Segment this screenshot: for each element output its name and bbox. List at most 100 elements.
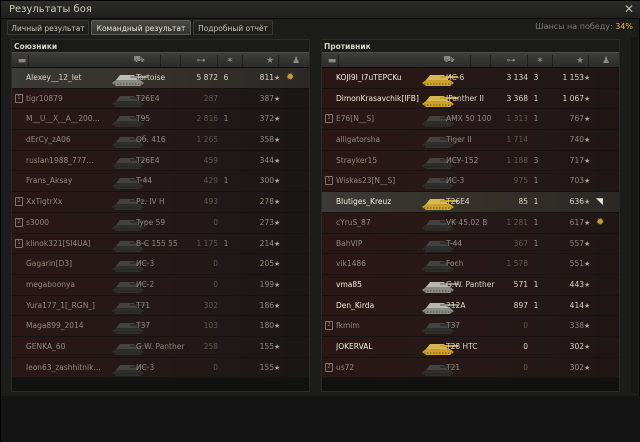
player-name[interactable]: tigr10879 — [26, 89, 118, 110]
player-name[interactable]: M__U__X__A__200... — [26, 109, 118, 130]
close-icon[interactable]: ✕ — [622, 2, 636, 16]
allies-player-row[interactable]: Maga899_2014 T37 103 180 ★ — [12, 316, 309, 337]
allies-player-row[interactable]: Gagarin[D3] ИС-3 0 205 ★ — [12, 254, 309, 275]
enemies-player-row[interactable]: BahVIP T-44 367 1 557 ★ — [322, 233, 619, 255]
allies-player-row[interactable]: 1 tigr10879 T26E4 287 387 ★ — [12, 88, 309, 110]
allies-player-row[interactable]: ruslan1988_777... T26E4 459 344 ★ — [12, 150, 309, 172]
kills-value: 1 — [223, 114, 229, 124]
tab-personal-result[interactable]: Личный результат — [7, 20, 89, 35]
player-name[interactable]: Frans_Aksay — [26, 171, 118, 192]
damage-value: 1 175 — [196, 238, 218, 248]
player-name[interactable]: Maga899_2014 — [26, 316, 118, 337]
player-name[interactable]: KOJI9I_I7uTEPCKu — [336, 68, 428, 89]
player-name[interactable]: megaboonya — [26, 275, 118, 296]
allies-player-row[interactable]: leon63_zashhitnik... ИС-3 0 155 ★ — [12, 357, 309, 379]
player-name[interactable]: JOKERVAL — [336, 337, 428, 358]
xp-value: 557 — [569, 238, 584, 248]
player-name[interactable]: ruslan1988_777... — [26, 151, 118, 172]
tab-team-result[interactable]: Командный результат — [91, 20, 191, 35]
xp-star-icon: ★ — [274, 239, 281, 248]
xp-value: 155 — [259, 362, 274, 372]
damage-icon[interactable]: ⊶ — [504, 55, 518, 66]
medal-icon[interactable]: ♟ — [289, 55, 303, 66]
tank-icon[interactable]: ⛟ — [132, 55, 146, 66]
medal-icon[interactable]: ♟ — [599, 55, 613, 66]
enemies-player-row[interactable]: Blutiges_Kreuz T26E4 85 1 636 ★ ◥ — [322, 192, 619, 213]
player-name[interactable]: XxTigtrXx — [26, 192, 118, 213]
xp-value: 740 — [569, 135, 584, 145]
enemies-player-row[interactable]: JOKERVAL T28 HTC 0 302 ★ — [322, 336, 619, 358]
allies-player-row[interactable]: GENKA_60 G.W. Panther 258 155 ★ — [12, 336, 309, 358]
damage-value: 0 — [213, 217, 218, 227]
enemies-player-row[interactable]: DimonKrasavchik[IFB] JPanther II 3 368 1 1 0… — [322, 88, 619, 110]
enemies-player-row[interactable]: cYruS_87 VK 45.02 B1 281 1 617 ★ ✹ — [322, 212, 619, 234]
kills-value — [216, 316, 236, 337]
player-name[interactable]: Wiskas23[N__S] — [336, 171, 428, 192]
damage-icon[interactable]: ⊶ — [194, 55, 208, 66]
enemies-player-row[interactable]: KOJI9I_I7uTEPCKu ИС-6 3 134 3 1 153 ★ — [322, 68, 619, 89]
xp-star-icon[interactable]: ★ — [263, 55, 277, 66]
xp-star-icon: ★ — [274, 198, 281, 207]
xp-star-icon[interactable]: ★ — [573, 55, 587, 66]
enemies-player-row[interactable]: 1 Wiskas23[N__S] ИС-3 975 1 703 ★ — [322, 171, 619, 193]
enemies-player-row[interactable]: 2 fkmim T37 0 338 ★ — [322, 316, 619, 337]
xp-star-icon: ★ — [584, 156, 591, 165]
enemies-player-row[interactable]: 2 us72 T21 0 302 ★ — [322, 357, 619, 379]
tab-detailed-report[interactable]: Подробный отчёт — [193, 20, 273, 35]
player-name[interactable]: leon63_zashhitnik... — [26, 358, 118, 379]
player-name[interactable]: fkmim — [336, 316, 428, 337]
squad-icon[interactable]: ▬ — [15, 55, 29, 66]
player-name[interactable]: BahVIP — [336, 234, 428, 255]
damage-value: 0 — [213, 362, 218, 372]
player-name[interactable]: DimonKrasavchik[IFB] — [336, 89, 428, 110]
medal-icon[interactable]: ✹ — [596, 213, 612, 234]
scrollbar[interactable] — [631, 37, 637, 393]
medal-icon[interactable]: ✹ — [286, 68, 302, 89]
allies-player-row[interactable]: 2 s3000 Type 59 0 273 ★ — [12, 212, 309, 234]
allies-player-row[interactable]: 2 XxTigtrXx Pz. IV H 493 278 ★ — [12, 192, 309, 213]
player-name[interactable]: Strayker15 — [336, 151, 428, 172]
player-name[interactable]: cYruS_87 — [336, 213, 428, 234]
squad-icon[interactable]: ▬ — [325, 55, 339, 66]
tank-icon[interactable]: ⛟ — [442, 55, 456, 66]
player-name[interactable]: s3000 — [26, 213, 118, 234]
damage-value: 897 — [513, 300, 528, 310]
enemies-player-row[interactable]: 1 E76[N__S] AMX 50 100 1 313 1 767 ★ — [322, 109, 619, 131]
player-name[interactable]: Yura177_1[_RGN_] — [26, 296, 118, 317]
enemies-player-row[interactable]: vma85 G.W. Panther 571 1 443 ★ — [322, 274, 619, 296]
xp-star-icon: ★ — [584, 198, 591, 207]
player-name[interactable]: GENKA_60 — [26, 337, 118, 358]
enemies-player-row[interactable]: Den_Kirda 212A 897 1 414 ★ — [322, 295, 619, 317]
xp-value: 300 — [259, 176, 274, 186]
player-name[interactable]: Blutiges_Kreuz — [336, 192, 428, 213]
player-name[interactable]: Den_Kirda — [336, 296, 428, 317]
player-name[interactable]: E76[N__S] — [336, 109, 428, 130]
player-name[interactable]: Alexey__12_let — [26, 68, 118, 89]
kills-value — [526, 358, 546, 379]
column-divider — [527, 55, 528, 67]
player-name[interactable]: alligatorsha — [336, 130, 428, 151]
damage-value: 0 — [523, 321, 528, 331]
allies-player-row[interactable]: M__U__X__A__200... T95 2 816 1 372 ★ — [12, 109, 309, 131]
allies-player-row[interactable]: dErCy_zA06 Об. 416 1 265 358 ★ — [12, 130, 309, 151]
enemies-column-header: ▬ ⛟ ⊶ ✶ ★ ♟ — [322, 52, 619, 68]
player-name[interactable]: Gagarin[D3] — [26, 254, 118, 275]
enemies-player-row[interactable]: Strayker15 ИСУ-152 1 188 3 717 ★ — [322, 150, 619, 172]
enemies-player-row[interactable]: alligatorsha Tiger II 1 714 740 ★ — [322, 130, 619, 151]
enemies-player-row[interactable]: vik1486 Foch 1 578 551 ★ — [322, 254, 619, 275]
allies-player-row[interactable]: 1 klinok321[SI4UA] B-C 155 55 1 175 1 214 ★ — [12, 233, 309, 255]
allies-player-row[interactable]: megaboonya ИС-2 0 199 ★ — [12, 274, 309, 296]
player-name[interactable]: dErCy_zA06 — [26, 130, 118, 151]
allies-player-row[interactable]: Frans_Aksay T-44 429 1 300 ★ — [12, 171, 309, 193]
player-name[interactable]: vma85 — [336, 275, 428, 296]
kills-icon[interactable]: ✶ — [223, 55, 237, 66]
column-divider — [242, 55, 243, 67]
player-name[interactable]: vik1486 — [336, 254, 428, 275]
kills-icon[interactable]: ✶ — [533, 55, 547, 66]
title-bar: Результаты боя ✕ — [1, 1, 640, 19]
player-name[interactable]: us72 — [336, 358, 428, 379]
allies-player-row[interactable]: Alexey__12_let Tortoise 5 872 6 811 ★ ✹ — [12, 68, 309, 89]
win-chance-label: Шансы на победу: — [535, 22, 613, 31]
allies-player-row[interactable]: Yura177_1[_RGN_] T71 302 186 ★ — [12, 295, 309, 317]
player-name[interactable]: klinok321[SI4UA] — [26, 234, 118, 255]
